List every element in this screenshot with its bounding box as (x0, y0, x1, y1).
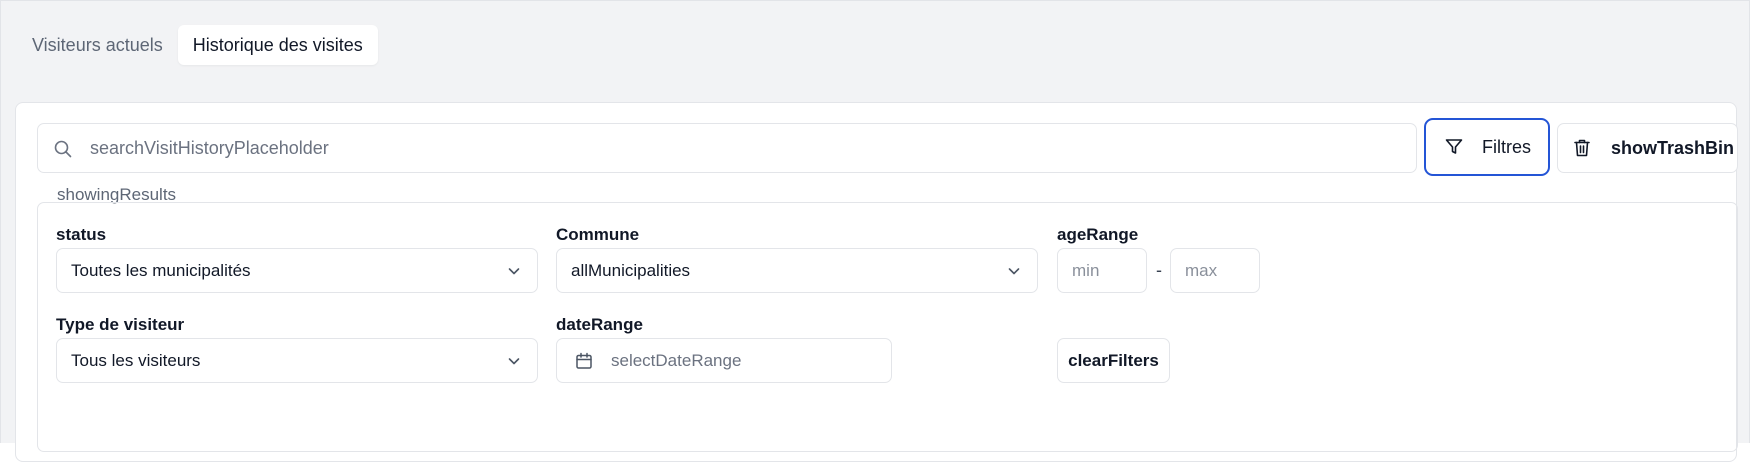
age-min-input[interactable]: min (1057, 248, 1147, 293)
tab-bar: Visiteurs actuels Historique des visites (21, 25, 378, 65)
age-max-input[interactable]: max (1170, 248, 1260, 293)
chevron-down-icon (508, 358, 520, 365)
tab-visit-history[interactable]: Historique des visites (177, 25, 378, 65)
commune-select-value: allMunicipalities (571, 260, 691, 280)
visit-history-page: Visiteurs actuels Historique des visites… (0, 0, 1750, 462)
age-range-separator: - (1156, 260, 1162, 280)
show-trash-bin-label: showTrashBin (1611, 137, 1735, 158)
visit-history-card: Filtres showTrashBin showingResults stat… (15, 102, 1738, 462)
date-range-label: dateRange (556, 315, 643, 334)
status-select[interactable]: Toutes les municipalités (56, 248, 538, 293)
chevron-down-icon (508, 268, 520, 275)
visitor-type-label: Type de visiteur (56, 315, 185, 334)
tab-current-visitors[interactable]: Visiteurs actuels (21, 25, 178, 65)
age-range-label: ageRange (1057, 225, 1139, 244)
status-select-value: Toutes les municipalités (71, 260, 251, 280)
date-range-picker[interactable]: selectDateRange (556, 338, 892, 383)
calendar-icon (576, 352, 592, 369)
filters-button-label: Filtres (1482, 136, 1531, 157)
filters-panel: status Toutes les municipalités Commune … (37, 202, 1738, 452)
date-range-placeholder: selectDateRange (611, 350, 742, 370)
search-icon (53, 139, 73, 159)
clear-filters-button[interactable]: clearFilters (1057, 338, 1170, 383)
status-label: status (56, 225, 107, 244)
trash-icon (1574, 139, 1590, 157)
search-input[interactable] (88, 136, 1392, 160)
visitor-type-select-value: Tous les visiteurs (71, 350, 201, 370)
filter-icon (1445, 139, 1463, 154)
search-box[interactable] (37, 123, 1417, 173)
chevron-down-icon (1008, 268, 1020, 275)
commune-select[interactable]: allMunicipalities (556, 248, 1038, 293)
filters-button[interactable]: Filtres (1424, 118, 1550, 176)
commune-label: Commune (556, 225, 640, 244)
show-trash-bin-button[interactable]: showTrashBin (1557, 123, 1738, 173)
visitor-type-select[interactable]: Tous les visiteurs (56, 338, 538, 383)
